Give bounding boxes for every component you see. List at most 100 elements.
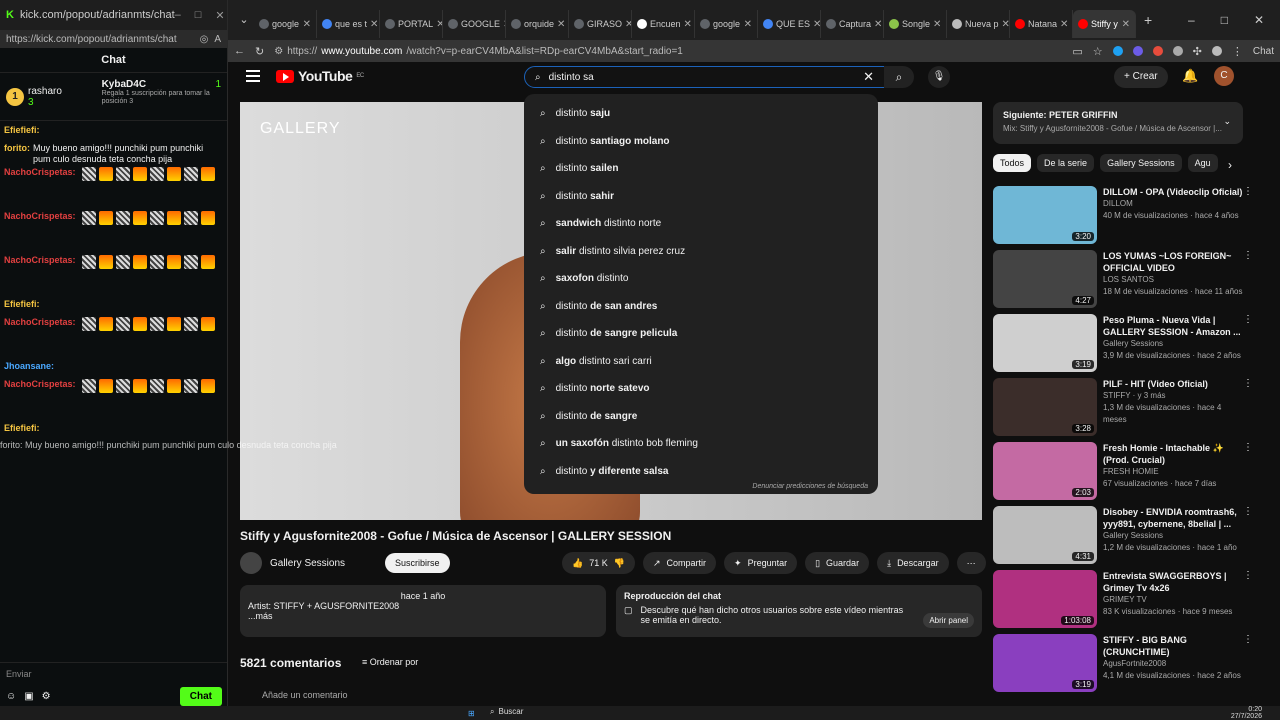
- kick-urlbar[interactable]: https://kick.com/popout/adrianmts/chat ◎…: [0, 30, 227, 48]
- translate-icon[interactable]: ◎: [200, 34, 209, 45]
- back-icon[interactable]: ←: [234, 45, 245, 57]
- new-tab-icon[interactable]: +: [1144, 12, 1152, 28]
- search-suggestion[interactable]: ⌕ algo distinto sari carri: [524, 348, 878, 376]
- search-suggestion[interactable]: ⌕ distinto norte satevo: [524, 375, 878, 403]
- close-tab-icon[interactable]: ✕: [744, 19, 752, 30]
- close-tab-icon[interactable]: ✕: [1002, 19, 1009, 30]
- windows-start-icon[interactable]: ⊞: [468, 709, 475, 718]
- extension-icon[interactable]: [1132, 46, 1143, 56]
- tab-menu-icon[interactable]: ⌄: [234, 10, 254, 30]
- video-thumbnail[interactable]: 3:19: [993, 314, 1097, 372]
- more-options-icon[interactable]: ⋮: [1243, 442, 1253, 453]
- browser-tab[interactable]: GOOGLE✕: [443, 10, 506, 38]
- maximize-icon[interactable]: □: [195, 9, 202, 22]
- open-panel-button[interactable]: Abrir panel: [923, 613, 974, 628]
- chat-username[interactable]: Efiefiefi:: [4, 125, 40, 136]
- profile-icon[interactable]: [1211, 46, 1222, 56]
- recommended-video[interactable]: 3:20 DILLOM - OPA (Videoclip Oficial) DILL…: [993, 186, 1255, 250]
- notifications-bell-icon[interactable]: 🔔: [1182, 68, 1198, 84]
- save-button[interactable]: ▯ Guardar: [805, 552, 870, 574]
- video-title[interactable]: DILLOM - OPA (Videoclip Oficial): [1103, 186, 1243, 198]
- search-suggestion[interactable]: ⌕ sandwich distinto norte: [524, 210, 878, 238]
- search-suggestion[interactable]: ⌕ distinto saju: [524, 100, 878, 128]
- video-title[interactable]: PILF - HIT (Video Oficial): [1103, 378, 1243, 390]
- filter-chip[interactable]: De la serie: [1037, 154, 1095, 172]
- kick-url[interactable]: https://kick.com/popout/adrianmts/chat: [6, 34, 177, 45]
- video-thumbnail[interactable]: 2:03: [993, 442, 1097, 500]
- up-next-card[interactable]: Siguiente: PETER GRIFFIN Mix: Stiffy y A…: [993, 102, 1243, 144]
- chevron-down-icon[interactable]: ⌄: [1223, 116, 1231, 127]
- browser-tab[interactable]: google ✕: [695, 10, 758, 38]
- video-channel[interactable]: Gallery Sessions: [1103, 338, 1243, 350]
- video-thumbnail[interactable]: 4:27: [993, 250, 1097, 308]
- browser-tab[interactable]: Nueva p ✕: [947, 10, 1010, 38]
- browser-tab[interactable]: que es t ✕: [317, 10, 380, 38]
- recommended-video[interactable]: 4:27 LOS YUMAS ~LOS FOREIGN~ OFFICIAL VID…: [993, 250, 1255, 314]
- video-thumbnail[interactable]: 3:19: [993, 634, 1097, 692]
- close-tab-icon[interactable]: ✕: [1122, 19, 1130, 30]
- gifter-1[interactable]: 1 rasharo 3: [6, 79, 96, 114]
- recommended-video[interactable]: 1:03:08 Entrevista SWAGGERBOYS | Grimey T…: [993, 570, 1255, 634]
- emote-icon[interactable]: ☺: [6, 691, 16, 702]
- search-suggestion[interactable]: ⌕ distinto santiago molano: [524, 128, 878, 156]
- create-button[interactable]: + Crear: [1114, 66, 1168, 88]
- search-suggestion[interactable]: ⌕ distinto sahir: [524, 183, 878, 211]
- thumbs-down-icon[interactable]: 👎: [614, 552, 625, 574]
- video-thumbnail[interactable]: 3:20: [993, 186, 1097, 244]
- chat-send-button[interactable]: Chat: [179, 687, 222, 706]
- video-channel[interactable]: LOS SANTOS: [1103, 274, 1243, 286]
- extension-icon[interactable]: [1172, 46, 1183, 56]
- more-options-icon[interactable]: ⋮: [1243, 634, 1253, 645]
- search-suggestion[interactable]: ⌕ un saxofón distinto bob fleming: [524, 430, 878, 458]
- more-options-icon[interactable]: ⋮: [1243, 250, 1253, 261]
- subscribe-button[interactable]: Suscribirse: [385, 553, 450, 573]
- close-tab-icon[interactable]: ✕: [370, 19, 378, 30]
- extension-icon[interactable]: [1152, 46, 1163, 56]
- desc-more-link[interactable]: ...más: [248, 611, 598, 621]
- filter-chip[interactable]: Gallery Sessions: [1100, 154, 1182, 172]
- close-tab-icon[interactable]: ✕: [303, 19, 311, 30]
- gift-icon[interactable]: ▣: [24, 691, 33, 702]
- report-predictions-link[interactable]: Denunciar predicciones de búsqueda: [752, 483, 868, 490]
- maximize-icon[interactable]: □: [1221, 13, 1228, 27]
- sort-comments-button[interactable]: ≡ Ordenar por: [362, 657, 418, 667]
- recommended-video[interactable]: 3:19 STIFFY - BIG BANG (CRUNCHTIME) AgusFo…: [993, 634, 1255, 698]
- browser-tab[interactable]: google ✕: [254, 10, 317, 38]
- address-bar[interactable]: ⚙ https://www.youtube.com/watch?v=p-earC…: [274, 42, 1062, 60]
- close-tab-icon[interactable]: ✕: [436, 19, 442, 30]
- browser-tab[interactable]: Stiffy y ✕: [1073, 10, 1136, 38]
- browser-tab[interactable]: Encuen ✕: [632, 10, 695, 38]
- install-icon[interactable]: ▭: [1072, 45, 1082, 58]
- filter-chip[interactable]: Todos: [993, 154, 1032, 172]
- video-thumbnail[interactable]: 4:31: [993, 506, 1097, 564]
- hamburger-menu-icon[interactable]: [246, 70, 260, 82]
- video-title[interactable]: Disobey - ENVIDIA roomtrash6, yyy891, cy…: [1103, 506, 1243, 530]
- chat-username[interactable]: NachoCrispetas:: [4, 255, 76, 266]
- more-options-icon[interactable]: ⋮: [1243, 570, 1253, 581]
- browser-tab[interactable]: QUE ES ✕: [758, 10, 821, 38]
- chat-username[interactable]: forito:: [4, 143, 30, 154]
- extension-icon[interactable]: [1112, 46, 1123, 56]
- video-channel[interactable]: AgusFortnite2008: [1103, 658, 1243, 670]
- recommended-video[interactable]: 4:31 Disobey - ENVIDIA roomtrash6, yyy891…: [993, 506, 1255, 570]
- search-suggestion[interactable]: ⌕ distinto y diferente salsa: [524, 458, 878, 486]
- close-tab-icon[interactable]: ✕: [1060, 19, 1068, 30]
- close-tab-icon[interactable]: ✕: [874, 19, 882, 30]
- search-suggestion[interactable]: ⌕ saxofon distinto: [524, 265, 878, 293]
- voice-search-icon[interactable]: 🎙: [928, 66, 950, 88]
- chat-username[interactable]: Efiefiefi:: [4, 423, 40, 434]
- search-suggestion[interactable]: ⌕ salir distinto silvia perez cruz: [524, 238, 878, 266]
- browser-tab[interactable]: Captura ✕: [821, 10, 884, 38]
- chevron-right-icon[interactable]: ›: [1228, 158, 1232, 172]
- more-options-icon[interactable]: ⋮: [1243, 506, 1253, 517]
- puzzle-icon[interactable]: ✣: [1193, 45, 1202, 58]
- video-title[interactable]: Fresh Homie - Intachable ✨ (Prod. Crucia…: [1103, 442, 1243, 466]
- search-suggestion[interactable]: ⌕ distinto de san andres: [524, 293, 878, 321]
- taskbar-search[interactable]: ⌕ Buscar: [490, 707, 523, 717]
- close-icon[interactable]: ✕: [215, 9, 224, 22]
- browser-tab[interactable]: orquide ✕: [506, 10, 569, 38]
- clear-search-icon[interactable]: ✕: [863, 69, 874, 85]
- share-button[interactable]: ↗ Compartir: [642, 552, 717, 574]
- taskbar-clock[interactable]: 0:20 27/7/2026: [1231, 706, 1262, 720]
- settings-icon[interactable]: ⚙: [42, 691, 51, 702]
